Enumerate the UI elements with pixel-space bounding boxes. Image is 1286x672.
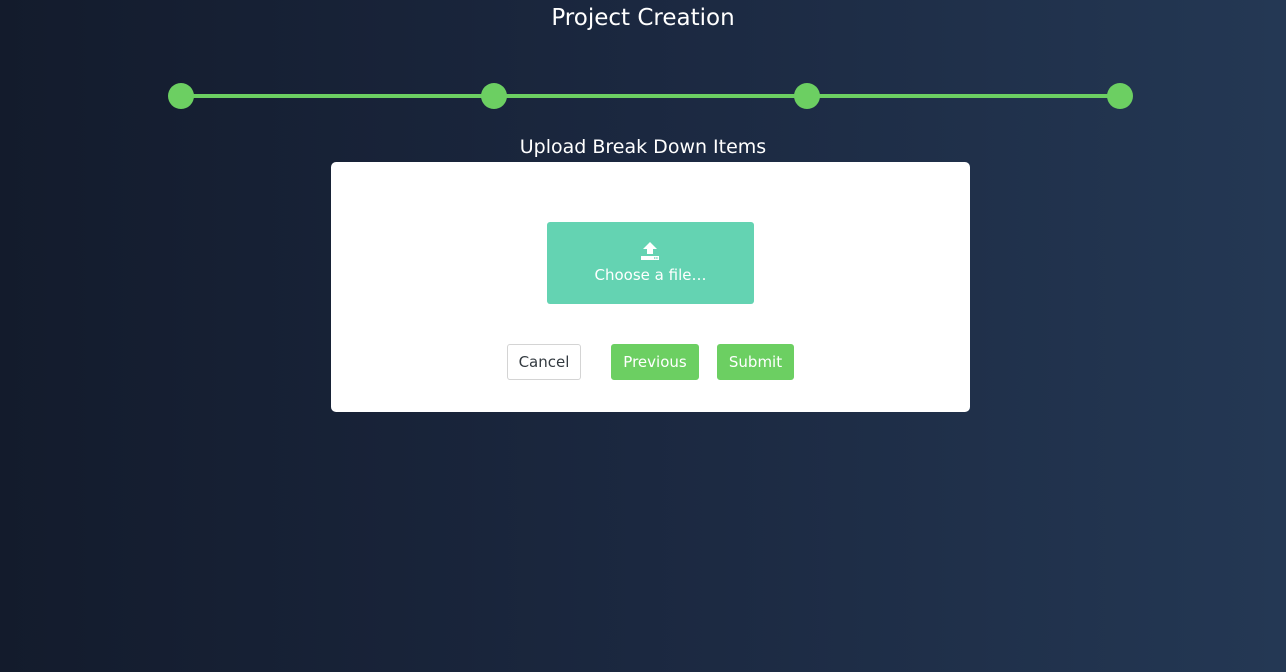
step-dot-4[interactable] <box>1107 83 1133 109</box>
previous-button[interactable]: Previous <box>611 344 699 380</box>
upload-label: Choose a file… <box>594 266 707 284</box>
step-title: Upload Break Down Items <box>519 136 767 158</box>
step-dot-3[interactable] <box>794 83 820 109</box>
page-title: Project Creation <box>551 5 735 31</box>
step-dot-1[interactable] <box>168 83 194 109</box>
file-upload-button[interactable]: Choose a file… <box>547 222 754 304</box>
upload-icon <box>640 241 660 261</box>
submit-button[interactable]: Submit <box>717 344 794 380</box>
progress-stepper <box>168 83 1133 109</box>
step-dot-2[interactable] <box>481 83 507 109</box>
stepper-line <box>181 94 1120 98</box>
upload-card: Choose a file… Cancel Previous Submit <box>331 162 970 412</box>
cancel-button[interactable]: Cancel <box>507 344 581 380</box>
